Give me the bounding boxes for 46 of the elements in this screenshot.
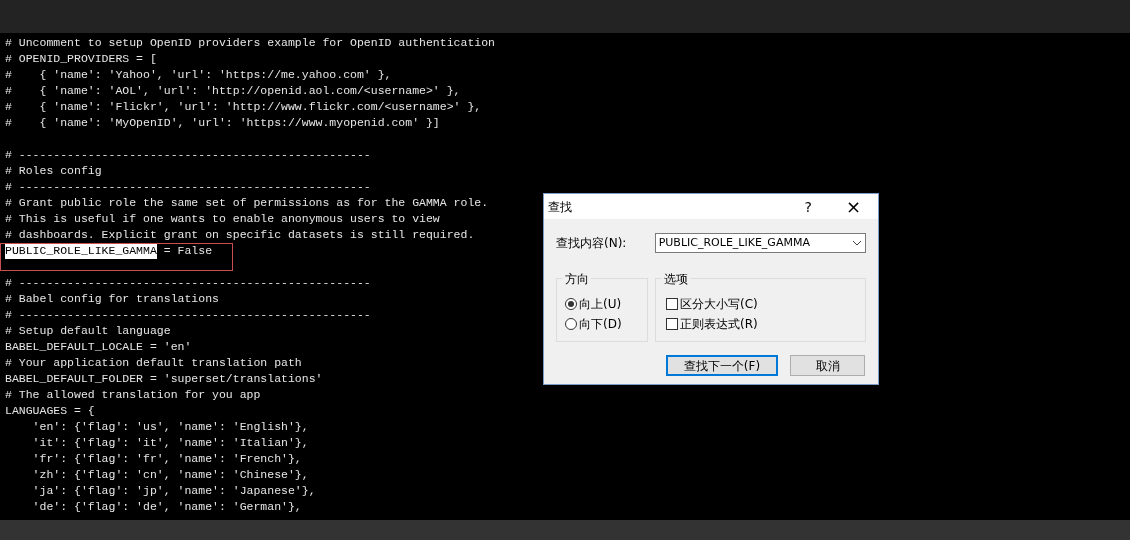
checkbox-label: 区分大小写(C) [680, 296, 758, 313]
radio-button[interactable] [565, 318, 577, 330]
code-line: # Setup default language [5, 323, 171, 339]
code-line: # Your application default translation path [5, 355, 302, 371]
find-next-button[interactable]: 查找下一个(F) [666, 355, 778, 376]
checkbox[interactable] [666, 318, 678, 330]
radio-label: 向上(U) [579, 296, 622, 313]
code-line: # { 'name': 'AOL', 'url': 'http://openid.aol.com/<username>' }, [5, 83, 461, 99]
code-line: 'en': {'flag': 'us', 'name': 'English'}, [31, 419, 309, 435]
field-label: 查找内容(N): [556, 235, 628, 252]
code-text: = False [162, 243, 213, 259]
code-line: # Grant public role the same set of permissions as for the GAMMA role. [5, 195, 489, 211]
code-line: # dashboards. Explicit grant on specific datasets is still required. [5, 227, 475, 243]
code-line: # { 'name': 'MyOpenID', 'url': 'https://www.myopenid.com' }] [5, 115, 440, 131]
checkbox[interactable] [666, 298, 678, 310]
code-line: # { 'name': 'Flickr', 'url': 'http://www.flickr.com/<username>' }, [5, 99, 482, 115]
code-line: # --------------------------------------------------- [5, 179, 371, 195]
code-line: BABEL_DEFAULT_LOCALE = 'en' [5, 339, 192, 355]
help-button[interactable]: ? [804, 199, 812, 214]
radio-button[interactable] [565, 298, 577, 310]
group-title: 选项 [662, 270, 690, 288]
code-line: # --------------------------------------------------- [5, 307, 371, 323]
radio-label: 向下(D) [579, 316, 622, 333]
code-line: # { 'name': 'Yahoo', 'url': 'https://me.yahoo.com' }, [5, 67, 392, 83]
close-button[interactable]: × [845, 197, 861, 216]
code-line: BABEL_DEFAULT_FOLDER = 'superset/translations' [5, 371, 323, 387]
code-line: 'fr': {'flag': 'fr', 'name': 'French'}, [31, 451, 302, 467]
dialog-title: 查找 [548, 198, 572, 216]
code-line: 'ja': {'flag': 'jp', 'name': 'Japanese'}, [31, 483, 316, 499]
code-line: # OPENID_PROVIDERS = [ [5, 51, 157, 67]
code-line: # Babel config for translations [5, 291, 219, 307]
group-title: 方向 [563, 270, 591, 288]
checkbox-label: 正则表达式(R) [680, 316, 758, 333]
search-combo[interactable]: PUBLIC_ROLE_LIKE_GAMMA [654, 233, 866, 253]
code-line: # This is useful if one wants to enable anonymous users to view [5, 211, 440, 227]
cancel-button[interactable]: 取消 [790, 355, 865, 376]
code-line: 'de': {'flag': 'de', 'name': 'German'}, [31, 499, 302, 515]
code-line: 'zh': {'flag': 'cn', 'name': 'Chinese'}, [31, 467, 309, 483]
chevron-down-icon [852, 240, 862, 246]
code-line: # --------------------------------------------------- [5, 147, 371, 163]
code-line: # --------------------------------------------------- [5, 275, 371, 291]
code-line: # Uncomment to setup OpenID providers example for OpenID authentication [5, 35, 495, 51]
code-line: # The allowed translation for you app [5, 387, 261, 403]
code-line: # Roles config [5, 163, 102, 179]
code-line: 'it': {'flag': 'it', 'name': 'Italian'}, [31, 435, 309, 451]
code-line: LANGUAGES = { [5, 403, 95, 419]
